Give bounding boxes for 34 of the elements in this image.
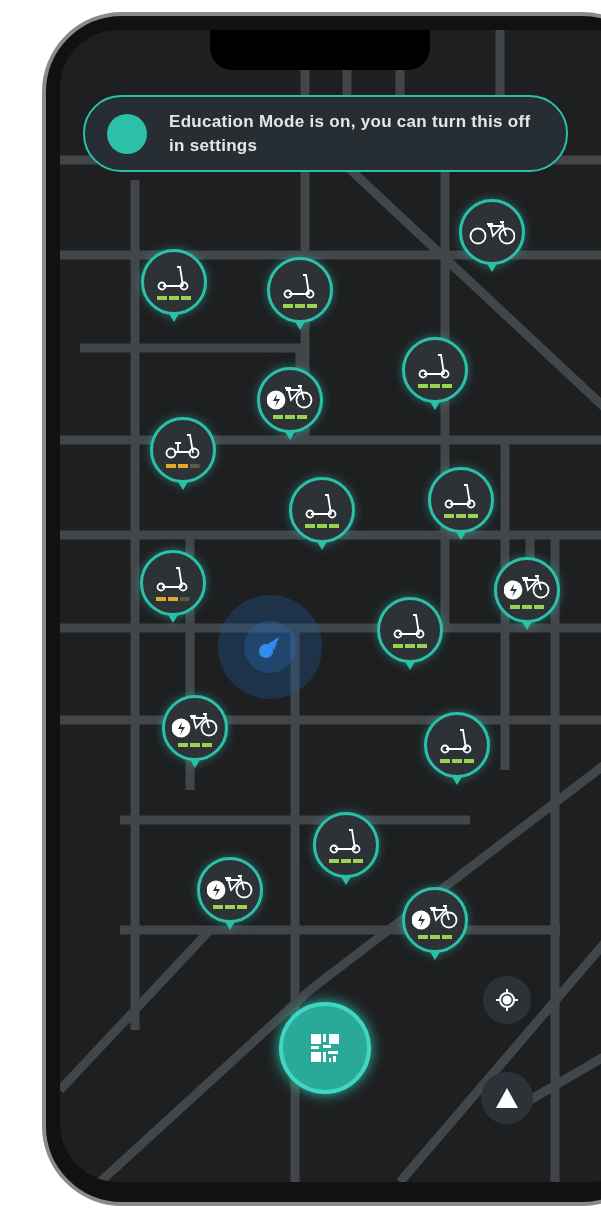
vehicle-map-pin[interactable] bbox=[424, 712, 490, 786]
vehicle-map-pin[interactable] bbox=[162, 695, 228, 769]
locate-me-button[interactable] bbox=[483, 976, 531, 1024]
scooter-icon bbox=[156, 565, 190, 592]
scooter-icon bbox=[440, 727, 474, 754]
vehicle-map-pin[interactable] bbox=[459, 199, 525, 273]
scooter-icon bbox=[393, 612, 427, 639]
seated-scooter-icon bbox=[165, 432, 201, 459]
scooter-icon bbox=[444, 482, 478, 509]
vehicle-map-pin[interactable] bbox=[313, 812, 379, 886]
vehicle-map-pin[interactable] bbox=[150, 417, 216, 491]
vehicle-map-pin[interactable] bbox=[197, 857, 263, 931]
qr-code-icon bbox=[309, 1032, 341, 1064]
bicycle-icon bbox=[469, 218, 515, 246]
scooter-icon bbox=[418, 352, 452, 379]
vehicle-map-pin[interactable] bbox=[377, 597, 443, 671]
vehicle-map-pin[interactable] bbox=[267, 257, 333, 331]
scooter-icon bbox=[157, 264, 191, 291]
triangle-icon bbox=[495, 1087, 519, 1109]
vehicle-map-pin[interactable] bbox=[257, 367, 323, 441]
scooter-icon bbox=[329, 827, 363, 854]
vehicle-map-pin[interactable] bbox=[428, 467, 494, 541]
scooter-icon bbox=[283, 272, 317, 299]
vehicle-map-pin[interactable] bbox=[141, 249, 207, 323]
crosshair-icon bbox=[495, 988, 519, 1012]
scan-qr-button[interactable] bbox=[279, 1002, 371, 1094]
vehicle-map-pin[interactable] bbox=[402, 887, 468, 961]
banner-text: Education Mode is on, you can turn this off in settings bbox=[169, 110, 532, 157]
vehicle-map-pin[interactable] bbox=[402, 337, 468, 411]
navigation-button[interactable] bbox=[481, 1072, 533, 1124]
vehicle-map-pin[interactable] bbox=[494, 557, 560, 631]
vehicle-map-pin[interactable] bbox=[289, 477, 355, 551]
vehicle-map-pin[interactable] bbox=[140, 550, 206, 624]
scooter-icon bbox=[305, 492, 339, 519]
